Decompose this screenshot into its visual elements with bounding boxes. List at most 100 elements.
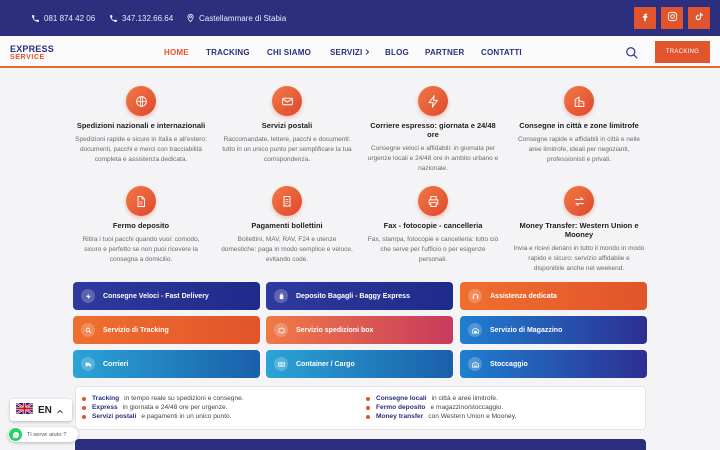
nav-partner[interactable]: PARTNER bbox=[425, 48, 464, 57]
highlight-text: e pagamenti in un unico punto. bbox=[141, 413, 232, 420]
search-icon bbox=[81, 323, 95, 337]
box-shipping-button[interactable]: Servizio spedizioni box bbox=[266, 316, 453, 344]
nav-contatti[interactable]: CONTATTI bbox=[481, 48, 522, 57]
bullet-dot bbox=[82, 396, 86, 401]
nav-chi-siamo[interactable]: CHI SIAMO bbox=[267, 48, 311, 57]
facebook-button[interactable] bbox=[634, 7, 656, 29]
highlight-text: in città e aree limitrofe. bbox=[431, 395, 498, 402]
location-text: Castellammare di Stabia bbox=[199, 13, 287, 23]
phone-contact-1[interactable]: 081 874 42 06 bbox=[30, 13, 95, 23]
button-label: Servizio spedizioni box bbox=[296, 326, 374, 334]
nav-home[interactable]: HOME bbox=[164, 48, 189, 57]
service-card[interactable]: Money Transfer: Western Union e Mooney I… bbox=[513, 186, 645, 274]
highlight-bold: Servizi postali bbox=[92, 413, 137, 420]
receipt-icon bbox=[272, 186, 302, 216]
tracking-button[interactable]: TRACKING bbox=[655, 41, 710, 63]
button-label: Servizio di Tracking bbox=[103, 326, 169, 334]
nav-blog[interactable]: BLOG bbox=[385, 48, 409, 57]
service-title: Corriere espresso: giornata e 24/48 ore bbox=[370, 121, 496, 139]
button-label: Servizio di Magazzino bbox=[490, 326, 563, 334]
highlight-bold: Express bbox=[92, 404, 118, 411]
service-desc: Bollettini, MAV, RAV, F24 e utenze domes… bbox=[221, 236, 353, 263]
truck-icon bbox=[81, 357, 95, 371]
container-icon bbox=[274, 357, 288, 371]
container-cargo-button[interactable]: Container / Cargo bbox=[266, 350, 453, 378]
service-desc: Consegne rapide e affidabili in città e … bbox=[517, 136, 641, 163]
button-label: Corrieri bbox=[103, 360, 129, 368]
service-title: Consegne in città e zone limitrofe bbox=[519, 121, 639, 130]
service-card[interactable]: Servizi postali Raccomandate, lettere, p… bbox=[221, 86, 353, 165]
instagram-button[interactable] bbox=[661, 7, 683, 29]
button-label: Stoccaggio bbox=[490, 360, 528, 368]
service-card[interactable]: Pagamenti bollettini Bollettini, MAV, RA… bbox=[221, 186, 353, 265]
storage-button[interactable]: Stoccaggio bbox=[460, 350, 647, 378]
nav-tracking[interactable]: TRACKING bbox=[206, 48, 250, 57]
service-title: Servizi postali bbox=[261, 121, 313, 130]
highlight-bold: Consegne locali bbox=[376, 395, 427, 402]
building-icon bbox=[564, 86, 594, 116]
location-contact[interactable]: Castellammare di Stabia bbox=[185, 13, 286, 23]
service-card[interactable]: Spedizioni nazionali e internazionali Sp… bbox=[75, 86, 207, 165]
button-label: Deposito Bagagli - Baggy Express bbox=[296, 292, 410, 300]
button-label: Assistenza dedicata bbox=[490, 292, 557, 300]
phone-2-text: 347.132.66.64 bbox=[122, 13, 174, 23]
globe-icon bbox=[126, 86, 156, 116]
tiktok-button[interactable] bbox=[688, 7, 710, 29]
whatsapp-help-button[interactable]: Ti serve aiuto ? bbox=[8, 427, 78, 442]
chevron-right-icon bbox=[365, 48, 370, 57]
highlight-text: e magazzino/stoccaggio. bbox=[430, 404, 504, 411]
transfer-icon bbox=[564, 186, 594, 216]
headset-icon bbox=[468, 289, 482, 303]
highlight-item: Servizi postali e pagamenti in un unico … bbox=[82, 413, 232, 420]
service-desc: Raccomandate, lettere, pacchi e document… bbox=[222, 136, 352, 163]
phone-contact-2[interactable]: 347.132.66.64 bbox=[108, 13, 173, 23]
bullet-dot bbox=[366, 414, 370, 419]
button-label: Container / Cargo bbox=[296, 360, 355, 368]
highlight-item: Tracking in tempo reale su spedizioni e … bbox=[82, 395, 244, 402]
tiktok-icon bbox=[694, 9, 704, 27]
printer-icon bbox=[418, 186, 448, 216]
assistenza-button[interactable]: Assistenza dedicata bbox=[460, 282, 647, 310]
instagram-icon bbox=[667, 9, 678, 27]
baggy-express-button[interactable]: Deposito Bagagli - Baggy Express bbox=[266, 282, 453, 310]
highlight-bold: Fermo deposito bbox=[376, 404, 426, 411]
service-title: Money Transfer: Western Union e Mooney bbox=[519, 221, 639, 239]
highlight-text: con Western Union e Mooney. bbox=[428, 413, 517, 420]
tracking-service-button[interactable]: Servizio di Tracking bbox=[73, 316, 260, 344]
map-pin-icon bbox=[185, 13, 195, 23]
bullet-dot bbox=[82, 414, 86, 419]
phone-icon bbox=[30, 13, 40, 23]
top-bar: 081 874 42 06 347.132.66.64 Castellammar… bbox=[0, 0, 720, 36]
logo-express[interactable]: EXPRESS bbox=[10, 44, 54, 54]
language-switcher[interactable]: EN bbox=[10, 399, 72, 421]
phone-icon bbox=[108, 13, 118, 23]
bullet-dot bbox=[366, 396, 370, 401]
highlights-box: Tracking in tempo reale su spedizioni e … bbox=[75, 386, 646, 430]
highlight-text: in giornata e 24/48 ore per urgenze. bbox=[122, 404, 228, 411]
highlight-text: in tempo reale su spedizioni e consegne. bbox=[124, 395, 244, 402]
fast-delivery-button[interactable]: Consegne Veloci - Fast Delivery bbox=[73, 282, 260, 310]
whatsapp-icon bbox=[9, 428, 22, 441]
service-card[interactable]: Fax - fotocopie - cancelleria Fax, stamp… bbox=[367, 186, 499, 265]
facebook-icon bbox=[640, 9, 650, 27]
nav-servizi[interactable]: SERVIZI bbox=[330, 48, 370, 57]
service-desc: Fax, stampa, fotocopie e cancelleria: tu… bbox=[367, 236, 499, 263]
service-desc: Ritira i tuoi pacchi quando vuoi: comodo… bbox=[82, 236, 200, 263]
search-icon[interactable] bbox=[625, 46, 639, 60]
service-card[interactable]: Consegne in città e zone limitrofe Conse… bbox=[513, 86, 645, 165]
logo-service[interactable]: SERVICE bbox=[10, 54, 45, 61]
main-header: EXPRESS SERVICE HOME TRACKING CHI SIAMO … bbox=[0, 36, 720, 68]
highlight-bold: Tracking bbox=[92, 395, 120, 402]
service-card[interactable]: Fermo deposito Ritira i tuoi pacchi quan… bbox=[75, 186, 207, 265]
file-icon bbox=[126, 186, 156, 216]
highlight-item: Money transfer con Western Union e Moone… bbox=[366, 413, 516, 420]
couriers-button[interactable]: Corrieri bbox=[73, 350, 260, 378]
warehouse-button[interactable]: Servizio di Magazzino bbox=[460, 316, 647, 344]
highlight-bold: Money transfer bbox=[376, 413, 424, 420]
bullet-dot bbox=[82, 405, 86, 410]
service-title: Fax - fotocopie - cancelleria bbox=[383, 221, 483, 230]
uk-flag-icon bbox=[15, 401, 34, 419]
bolt-icon bbox=[418, 86, 448, 116]
service-card[interactable]: Corriere espresso: giornata e 24/48 ore … bbox=[367, 86, 499, 174]
stock-icon bbox=[468, 357, 482, 371]
